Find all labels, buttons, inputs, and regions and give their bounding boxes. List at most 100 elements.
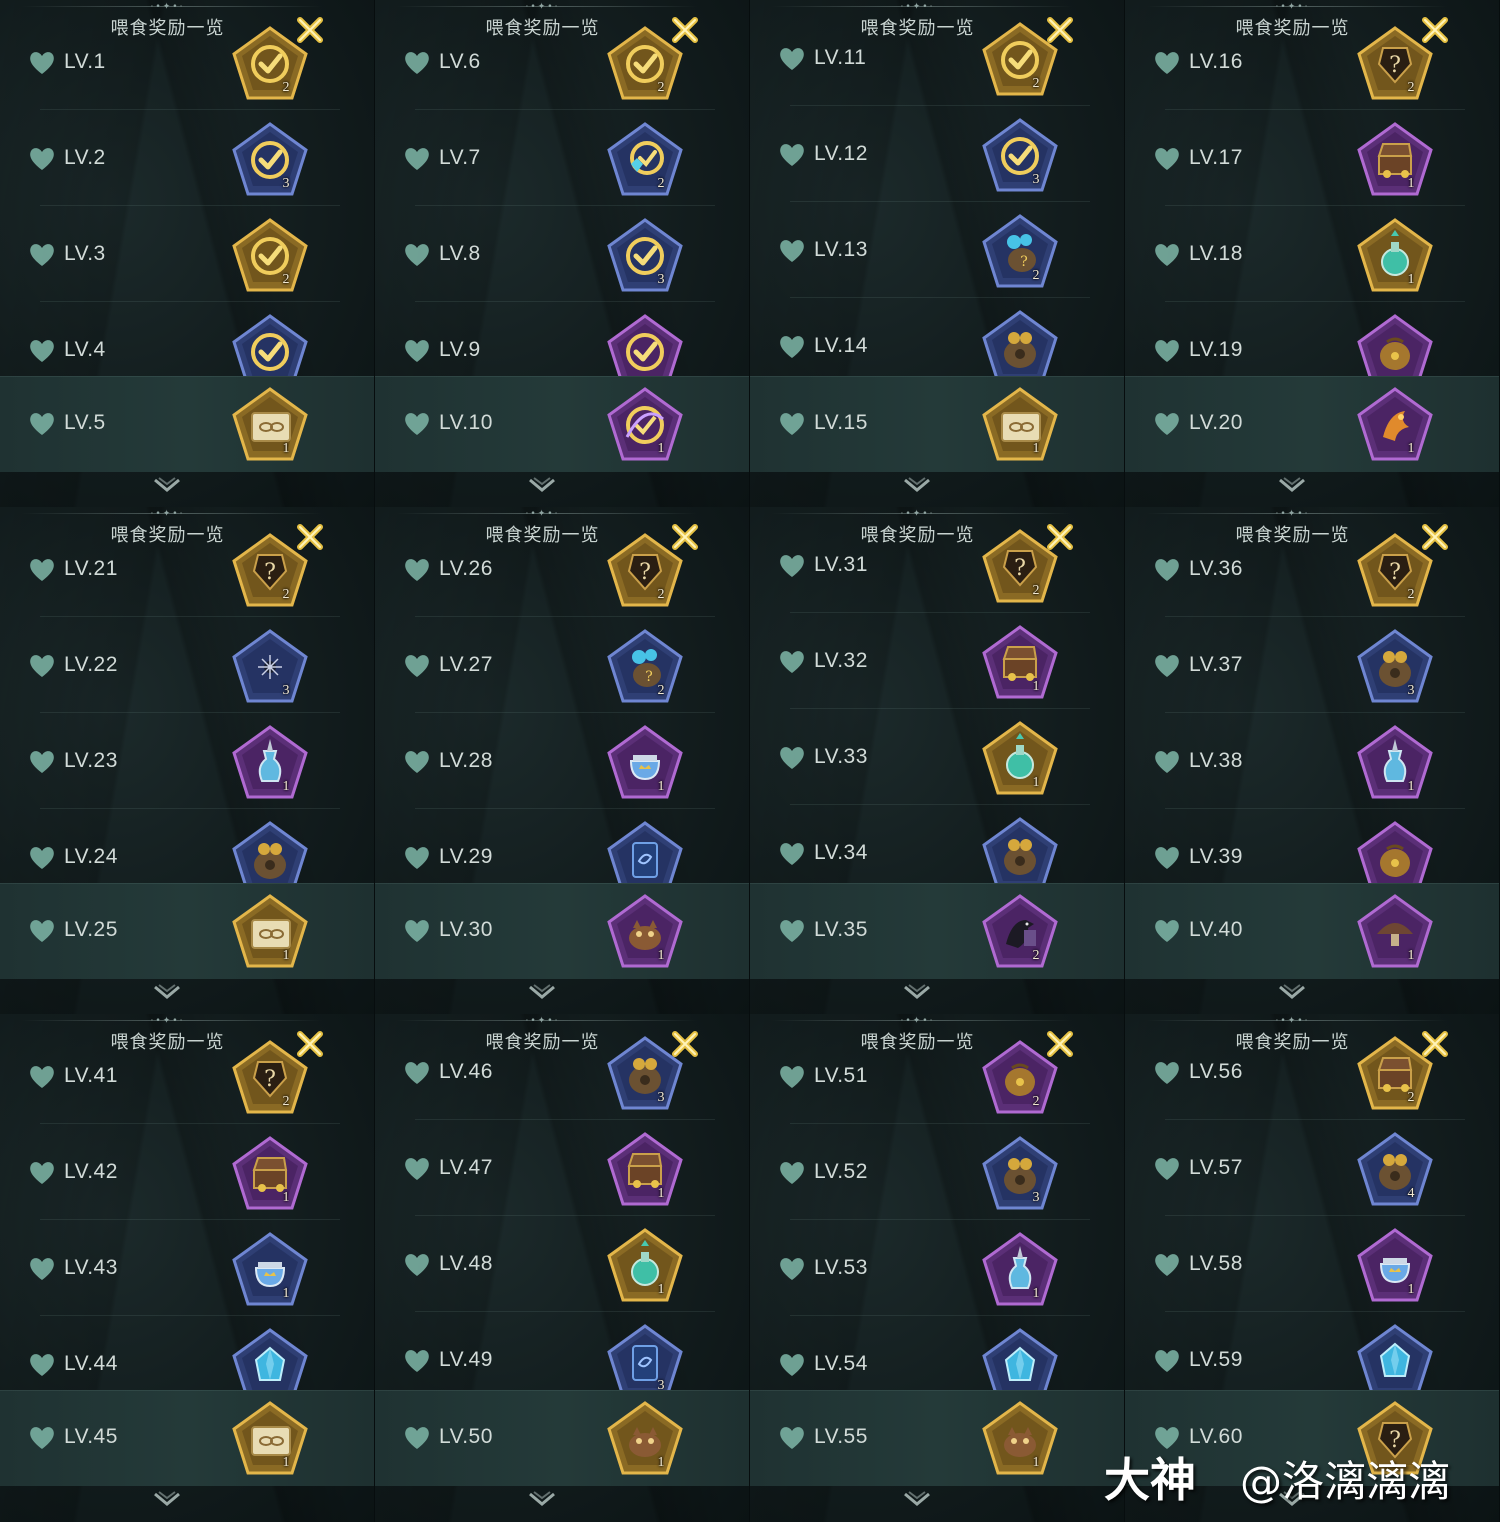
reward-item[interactable]: 1: [603, 721, 687, 805]
reward-item[interactable]: 1: [978, 621, 1062, 705]
reward-item[interactable]: 2: [603, 118, 687, 202]
reward-item[interactable]: 2: [1353, 1032, 1437, 1116]
reward-quantity: 3: [282, 176, 290, 191]
reward-item[interactable]: 1: [1353, 721, 1437, 805]
scroll-down-button[interactable]: [525, 983, 559, 1003]
level-label: LV.55: [814, 1425, 868, 1448]
reward-item[interactable]: 1: [1353, 890, 1437, 974]
reward-row: LV.32 1: [750, 613, 1124, 709]
reward-item[interactable]: 1: [228, 721, 312, 805]
reward-row: LV.31? 2: [750, 517, 1124, 613]
reward-item[interactable]: 1: [228, 1132, 312, 1216]
reward-item[interactable]: 2: [228, 214, 312, 298]
reward-row: LV.28 1: [375, 713, 749, 809]
level-label: LV.10: [439, 411, 493, 434]
scroll-down-button[interactable]: [1275, 983, 1309, 1003]
heart-icon: [403, 845, 431, 871]
chevron-down-icon: [529, 477, 555, 492]
reward-quantity: 1: [282, 1190, 290, 1205]
scroll-down-button[interactable]: [1275, 476, 1309, 496]
scroll-down-button[interactable]: [150, 476, 184, 496]
reward-item[interactable]: 3: [1353, 625, 1437, 709]
reward-quantity: 2: [1032, 1094, 1040, 1109]
reward-item[interactable]: ? 2: [228, 529, 312, 613]
reward-panel: ·•✦•· 喂食奖励一览 LV.41? 2 LV.42 1 LV.43 1 LV.44 LV.45…: [0, 1014, 375, 1522]
scroll-down-button[interactable]: [525, 1490, 559, 1510]
level-label: LV.35: [814, 918, 868, 941]
reward-item[interactable]: 1: [978, 1397, 1062, 1481]
level-label: LV.28: [439, 749, 493, 772]
level-label: LV.12: [814, 142, 868, 165]
reward-item[interactable]: 3: [228, 118, 312, 202]
reward-quantity: 2: [1032, 268, 1040, 283]
reward-item[interactable]: ? 2: [1353, 529, 1437, 613]
heart-icon: [778, 411, 806, 437]
level-label: LV.32: [814, 649, 868, 672]
reward-item[interactable]: 1: [1353, 383, 1437, 467]
reward-row: LV.23 1: [0, 713, 374, 809]
heart-icon: [778, 649, 806, 675]
reward-item[interactable]: 1: [603, 1128, 687, 1212]
reward-row: LV.27? 2: [375, 617, 749, 713]
reward-item[interactable]: 1: [228, 1397, 312, 1481]
scroll-down-button[interactable]: [150, 1490, 184, 1510]
reward-item[interactable]: 3: [978, 114, 1062, 198]
level-label: LV.19: [1189, 338, 1243, 361]
level-label: LV.3: [64, 242, 106, 265]
heart-icon: [403, 653, 431, 679]
reward-item[interactable]: ? 2: [978, 210, 1062, 294]
reward-item[interactable]: 3: [228, 625, 312, 709]
reward-item[interactable]: 4: [1353, 1128, 1437, 1212]
reward-item[interactable]: 2: [228, 22, 312, 106]
heart-icon: [1153, 557, 1181, 583]
reward-item[interactable]: 1: [228, 890, 312, 974]
reward-item[interactable]: ? 2: [603, 529, 687, 613]
reward-item[interactable]: ? 2: [228, 1036, 312, 1120]
reward-quantity: 1: [282, 1455, 290, 1470]
reward-item[interactable]: 1: [603, 1224, 687, 1308]
scroll-down-button[interactable]: [525, 476, 559, 496]
reward-row-current: LV.5 1: [0, 376, 374, 472]
reward-list: LV.46 3 LV.47 1 LV.48 1 LV.49 3 LV.50 1: [375, 1014, 749, 1522]
reward-item[interactable]: 3: [978, 1132, 1062, 1216]
reward-row: LV.56 2: [1125, 1024, 1499, 1120]
reward-item[interactable]: ? 2: [603, 625, 687, 709]
reward-panel: ·•✦•· 喂食奖励一览 LV.26? 2 LV.27? 2 LV.28 1 LV.29 LV.3…: [375, 507, 750, 1014]
reward-item[interactable]: 1: [1353, 214, 1437, 298]
heart-icon: [778, 841, 806, 867]
reward-item[interactable]: ? 2: [1353, 22, 1437, 106]
reward-item[interactable]: 2: [978, 18, 1062, 102]
reward-item[interactable]: 1: [978, 1228, 1062, 1312]
reward-item[interactable]: 3: [603, 214, 687, 298]
reward-item[interactable]: 2: [978, 1036, 1062, 1120]
reward-item[interactable]: 1: [1353, 118, 1437, 202]
reward-item[interactable]: 1: [228, 383, 312, 467]
reward-quantity: 2: [657, 80, 665, 95]
reward-item[interactable]: 1: [603, 890, 687, 974]
level-label: LV.5: [64, 411, 106, 434]
reward-list: LV.6 2 LV.7 2 LV.8 3 LV.9 LV.10 1: [375, 0, 749, 507]
heart-icon: [1153, 242, 1181, 268]
scroll-down-button[interactable]: [900, 983, 934, 1003]
reward-quantity: 2: [1032, 948, 1040, 963]
reward-row: LV.7 2: [375, 110, 749, 206]
reward-item[interactable]: 1: [978, 383, 1062, 467]
reward-quantity: 2: [282, 587, 290, 602]
reward-item[interactable]: 1: [978, 717, 1062, 801]
reward-row: LV.51 2: [750, 1028, 1124, 1124]
scroll-down-button[interactable]: [900, 1490, 934, 1510]
scroll-down-button[interactable]: [900, 476, 934, 496]
reward-list: LV.51 2 LV.52 3 LV.53 1 LV.54 LV.55 1: [750, 1014, 1124, 1522]
reward-item[interactable]: 1: [603, 383, 687, 467]
scroll-down-button[interactable]: [150, 983, 184, 1003]
reward-item[interactable]: 3: [603, 1032, 687, 1116]
reward-item[interactable]: 1: [603, 1397, 687, 1481]
reward-item[interactable]: 1: [1353, 1224, 1437, 1308]
chevron-down-icon: [904, 984, 930, 999]
level-label: LV.1: [64, 50, 106, 73]
reward-item[interactable]: 1: [228, 1228, 312, 1312]
reward-item[interactable]: 2: [603, 22, 687, 106]
reward-item[interactable]: ? 2: [978, 525, 1062, 609]
reward-item[interactable]: 2: [978, 890, 1062, 974]
reward-row: LV.12 3: [750, 106, 1124, 202]
